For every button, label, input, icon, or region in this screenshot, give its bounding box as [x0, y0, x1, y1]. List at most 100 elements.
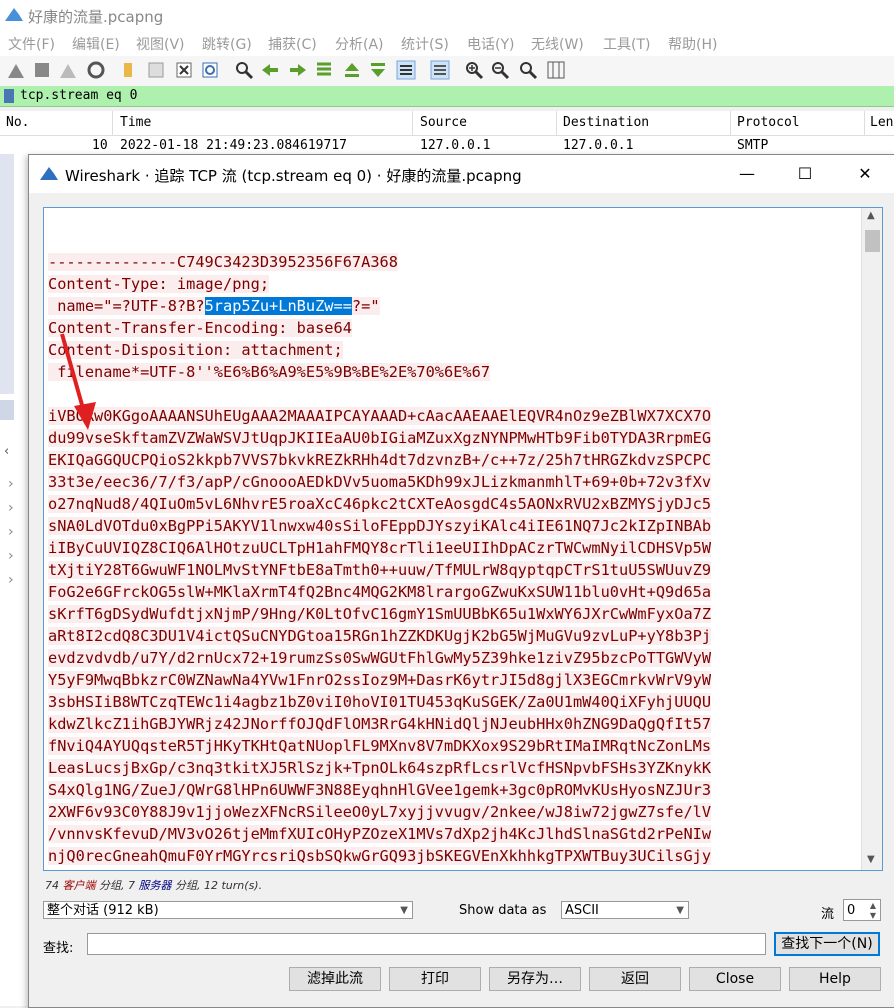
turns-count: 12 turn(s).	[204, 879, 263, 892]
back-button[interactable]: 返回	[589, 967, 681, 991]
menu-analyze[interactable]: 分析(A)	[335, 34, 384, 54]
stream-line-text: sNA0LdVOTdu0xBgPPi5AKYV1lnwxw40sSiloFEpp…	[48, 517, 712, 535]
stream-line-text: kdwZlkcZ1ihGBJYWRjz42JNorffOJQdFlOM3RrG4…	[48, 715, 712, 733]
packet-source: 127.0.0.1	[420, 138, 491, 153]
filter-out-stream-button[interactable]: 滤掉此流	[289, 967, 381, 991]
display-filter-input[interactable]: tcp.stream eq 0	[20, 88, 137, 103]
main-toolbar	[0, 56, 894, 87]
go-forward-icon[interactable]	[288, 60, 308, 80]
help-button[interactable]: Help	[789, 967, 881, 991]
zoom-out-icon[interactable]	[490, 60, 510, 80]
tree-expand-icon[interactable]: ›	[8, 548, 14, 564]
stream-line-text: 2XWF6v93C0Y88J9v1jjoWezXFNcRSileeO0yL7xy…	[48, 803, 712, 821]
bookmark-icon[interactable]	[4, 89, 14, 103]
tree-expand-icon[interactable]: ›	[8, 476, 14, 492]
scrollbar-thumb[interactable]	[865, 230, 880, 252]
stream-line: sKrfT6gDSydWufdtjxNjmP/9Hng/K0LtOfvC16gm…	[48, 603, 868, 625]
reload-icon[interactable]	[200, 60, 220, 80]
go-to-packet-icon[interactable]	[314, 60, 334, 80]
stream-line: S4xQlg1NG/ZueJ/QWrG8lHPn6UWWF3N88EyqhnHl…	[48, 779, 868, 801]
vertical-scrollbar[interactable]: ▲ ▼	[861, 208, 882, 870]
menu-help[interactable]: 帮助(H)	[668, 34, 717, 54]
maximize-button[interactable]: ☐	[785, 161, 825, 187]
display-filter-bar[interactable]: tcp.stream eq 0	[0, 86, 894, 107]
close-button[interactable]: Close	[689, 967, 781, 991]
scroll-up-arrow-icon[interactable]: ▲	[867, 210, 875, 221]
conversation-select-value: 整个对话 (912 kB)	[47, 903, 159, 918]
resize-columns-icon[interactable]	[546, 60, 566, 80]
close-file-icon[interactable]	[174, 60, 194, 80]
tree-expand-icon[interactable]: ›	[8, 500, 14, 516]
tree-expand-icon[interactable]: ›	[8, 524, 14, 540]
packet-list-header: No. Time Source Destination Protocol Len	[0, 111, 894, 136]
close-window-button[interactable]: ✕	[845, 161, 885, 187]
conversation-select[interactable]: 整个对话 (912 kB) ▼	[43, 901, 413, 919]
stream-line-text: iIByCuUVIQZ8CIQ6AlHOtzuUCLTpH1ahFMQY8crT…	[48, 539, 712, 557]
stream-line: tXjtiY28T6GwuWF1NOLMvStYNFtbE8aTmth0++uu…	[48, 559, 868, 581]
menu-tools[interactable]: 工具(T)	[603, 34, 650, 54]
column-header-time[interactable]: Time	[120, 115, 151, 130]
first-packet-icon[interactable]	[342, 60, 362, 80]
menu-view[interactable]: 视图(V)	[136, 34, 185, 54]
stop-capture-icon[interactable]	[32, 60, 52, 80]
capture-options-icon[interactable]	[86, 60, 106, 80]
main-title-bar: 好康的流量.pcapng	[0, 0, 894, 30]
show-data-as-select[interactable]: ASCII ▼	[561, 901, 689, 919]
column-header-source[interactable]: Source	[420, 115, 467, 130]
server-packet-count: 7	[128, 879, 135, 892]
column-separator	[412, 111, 413, 135]
normal-size-icon[interactable]	[518, 60, 538, 80]
stream-number-spinbox[interactable]: 0 ▲ ▼	[843, 899, 881, 921]
stream-line-text: njQ0recGneahQmuF0YrMGYrcsriQsbSQkwGrGQ93…	[48, 847, 712, 865]
selected-text[interactable]: 5rap5Zu+LnBuZw==	[204, 297, 352, 315]
colorize-icon[interactable]	[430, 60, 450, 80]
column-header-protocol[interactable]: Protocol	[737, 115, 800, 130]
find-input[interactable]	[87, 933, 766, 955]
menu-telephony[interactable]: 电话(Y)	[467, 34, 514, 54]
find-packet-icon[interactable]	[234, 60, 254, 80]
open-file-icon[interactable]	[118, 60, 138, 80]
save-file-icon[interactable]	[146, 60, 166, 80]
dialog-title: Wireshark · 追踪 TCP 流 (tcp.stream eq 0) ·…	[65, 167, 522, 185]
print-button[interactable]: 打印	[389, 967, 481, 991]
column-header-no[interactable]: No.	[6, 115, 29, 130]
auto-scroll-icon[interactable]	[396, 60, 416, 80]
start-capture-icon[interactable]	[6, 60, 26, 80]
column-header-length[interactable]: Len	[870, 115, 893, 130]
tree-expand-icon[interactable]: ›	[8, 572, 14, 588]
packet-destination: 127.0.0.1	[563, 138, 634, 153]
stream-line: aRt8I2cdQ8C3DU1V4ictQSuCNYDGtoa15RGn1hZZ…	[48, 625, 868, 647]
scroll-down-arrow-icon[interactable]: ▼	[867, 854, 875, 865]
stream-line: Y5yF9MwqBbkzrC0WZNawNa4YVw1FnrO2ssIoz9M+…	[48, 669, 868, 691]
menu-statistics[interactable]: 统计(S)	[401, 34, 449, 54]
menu-capture[interactable]: 捕获(C)	[268, 34, 317, 54]
column-header-destination[interactable]: Destination	[563, 115, 649, 130]
minimize-button[interactable]: —	[727, 161, 767, 187]
stream-stats-line: 74 客户端 分组, 7 服务器 分组, 12 turn(s).	[45, 877, 262, 893]
save-as-button[interactable]: 另存为…	[489, 967, 581, 991]
stats-text: 分组,	[175, 879, 201, 892]
restart-capture-icon[interactable]	[58, 60, 78, 80]
zoom-in-icon[interactable]	[464, 60, 484, 80]
menu-file[interactable]: 文件(F)	[8, 34, 55, 54]
stream-line-text: Y5yF9MwqBbkzrC0WZNawNa4YVw1FnrO2ssIoz9M+…	[48, 671, 712, 689]
stream-line	[48, 867, 868, 870]
stream-lines: --------------C749C3423D3952356F67A368 C…	[48, 251, 868, 870]
background-pane-strip: ‹ › › › › ›	[0, 154, 28, 1006]
stream-content-area[interactable]: --------------C749C3423D3952356F67A368 C…	[43, 207, 883, 871]
menu-go[interactable]: 跳转(G)	[202, 34, 252, 54]
stream-line: du99vseSkftamZVZWaWSVJtUqpJKIIEaAU0bIGia…	[48, 427, 868, 449]
scroll-left-arrow-icon[interactable]: ‹	[4, 444, 9, 459]
last-packet-icon[interactable]	[368, 60, 388, 80]
stream-line: filename*=UTF-8''%E6%B6%A9%E5%9B%BE%2E%7…	[48, 361, 868, 383]
spin-up-icon[interactable]: ▲ ▼	[870, 901, 876, 921]
menu-edit[interactable]: 编辑(E)	[72, 34, 120, 54]
packet-row[interactable]: 10 2022-01-18 21:49:23.084619717 127.0.0…	[0, 136, 894, 154]
column-separator	[112, 111, 113, 135]
stream-line: /vnnvsKfevuD/MV3vO26tjeMmfXUIcOHyPZOzeX1…	[48, 823, 868, 845]
find-next-button[interactable]: 查找下一个(N)	[774, 932, 880, 956]
stream-line-text: iVBORw0KGgoAAAANSUhEUgAAA2MAAAIPCAYAAAD+…	[48, 407, 712, 425]
menu-wireless[interactable]: 无线(W)	[531, 34, 584, 54]
go-back-icon[interactable]	[260, 60, 280, 80]
stream-line-text: 33t3e/eec36/7/f3/apP/cGnoooAEDkDVv5uoma5…	[48, 473, 712, 491]
